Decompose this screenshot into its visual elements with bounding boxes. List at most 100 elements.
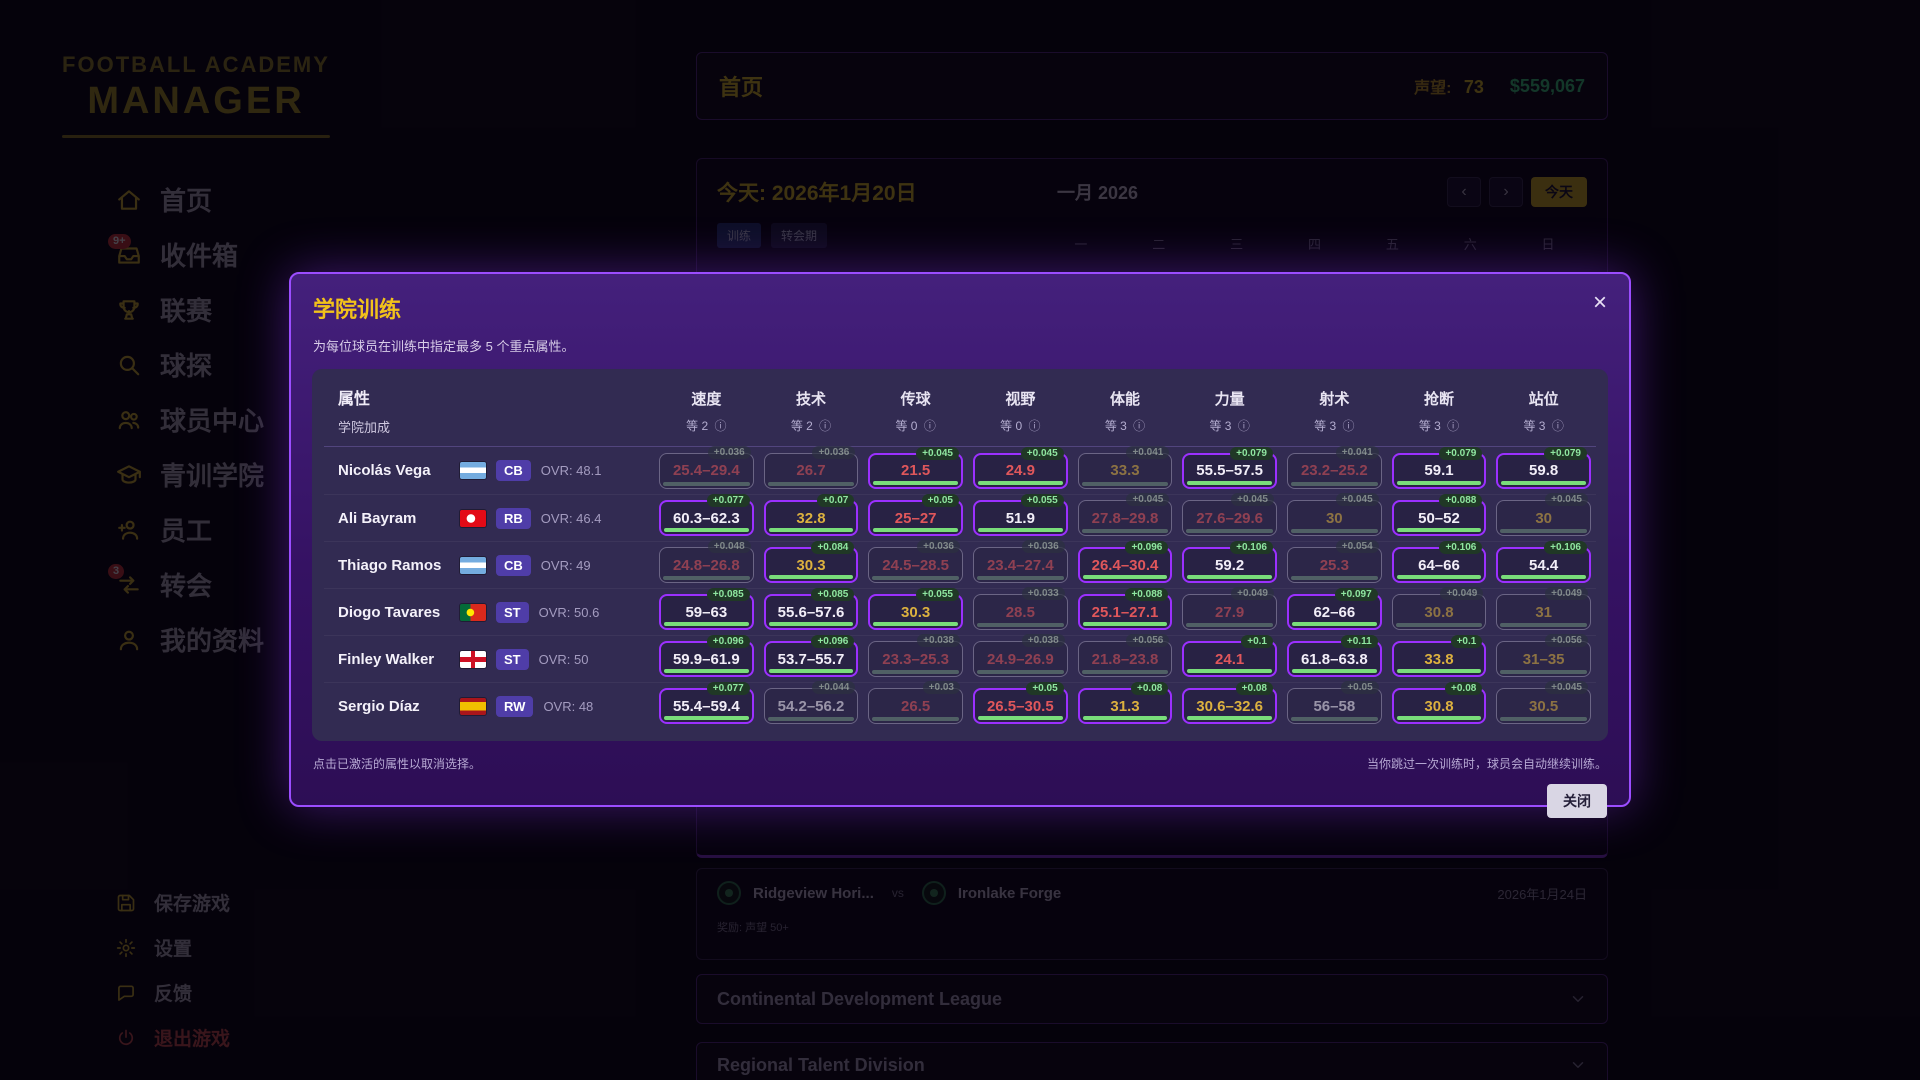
column-header-6: 射术等 3 ⓘ [1282,388,1387,434]
info-icon[interactable]: ⓘ [1028,419,1040,433]
progress-bar [1501,480,1586,485]
attr-value: 30.3 [796,556,826,574]
attr-cell[interactable]: 32.8 +0.07 [763,494,859,536]
attr-cell[interactable]: 30.8 +0.049 [1391,587,1487,630]
attr-cell[interactable]: 59.1 +0.079 [1391,446,1487,489]
attr-cell[interactable]: 26.4–30.4 +0.096 [1077,541,1173,583]
info-icon[interactable]: ⓘ [1133,419,1145,433]
attr-cell[interactable]: 23.3–25.3 +0.038 [868,634,963,677]
attr-value: 30 [1535,509,1552,527]
attr-cell[interactable]: 30.8 +0.08 [1391,682,1487,724]
attr-cell[interactable]: 55.5–57.5 +0.079 [1182,446,1277,489]
attr-cell[interactable]: 59.9–61.9 +0.096 [659,635,754,677]
attr-cell[interactable]: 24.8–26.8 +0.048 [659,540,754,583]
attr-cell[interactable]: 27.6–29.6 +0.045 [1182,493,1277,536]
attr-cell[interactable]: 24.9 +0.045 [972,446,1068,489]
column-name: 抢断 [1423,390,1454,408]
info-icon[interactable]: ⓘ [1447,419,1459,433]
gain-badge: +0.07 [817,494,855,507]
table-body: Nicolás Vega CB OVR: 48.1 25.4–29.4 +0.036 26… [324,445,1596,729]
attr-cell[interactable]: 23.4–27.4 +0.036 [972,540,1068,583]
attr-cell[interactable]: 55.4–59.4 +0.077 [659,682,754,724]
attr-cell[interactable]: 51.9 +0.055 [972,494,1068,536]
attr-cell[interactable]: 25.4–29.4 +0.036 [659,445,754,489]
attr-cell[interactable]: 25.3 +0.054 [1286,540,1382,583]
gain-badge: +0.077 [706,682,750,695]
attr-value: 55.5–57.5 [1196,462,1264,479]
info-icon[interactable]: ⓘ [924,419,936,433]
info-icon[interactable]: ⓘ [1552,419,1564,433]
gain-badge: +0.041 [1126,445,1170,459]
attr-cell[interactable]: 30.3 +0.055 [868,588,963,630]
attr-cell[interactable]: 59.2 +0.106 [1182,541,1277,583]
attr-value: 30.5 [1529,697,1559,715]
gain-badge: +0.036 [812,445,856,459]
attr-cell[interactable]: 31 +0.049 [1496,587,1591,630]
attr-cell[interactable]: 31–35 +0.056 [1496,634,1591,677]
attr-cell[interactable]: 54.2–56.2 +0.044 [763,681,859,724]
attr-cell[interactable]: 24.5–28.5 +0.036 [868,540,963,583]
attr-cell[interactable]: 59.8 +0.079 [1496,446,1591,489]
player-ovr: OVR: 46.4 [540,510,602,526]
attr-cell[interactable]: 54.4 +0.106 [1496,541,1591,583]
attr-cell[interactable]: 25–27 +0.05 [868,494,963,536]
attr-cell[interactable]: 30.6–32.6 +0.08 [1182,682,1277,724]
close-icon[interactable]: × [1593,291,1607,315]
info-icon[interactable]: ⓘ [819,419,831,433]
attr-cell[interactable]: 25.1–27.1 +0.088 [1077,588,1173,630]
close-button[interactable]: 关闭 [1547,784,1607,818]
gain-badge: +0.08 [1131,682,1169,695]
attr-cell[interactable]: 21.8–23.8 +0.056 [1077,634,1173,677]
attr-value: 33.3 [1110,462,1140,479]
attr-value: 24.8–26.8 [672,556,740,574]
attr-cell[interactable]: 56–58 +0.05 [1286,681,1382,724]
attr-cell[interactable]: 62–66 +0.097 [1286,588,1382,630]
progress-bar [977,480,1063,485]
attr-cell[interactable]: 24.1 +0.1 [1182,635,1277,677]
info-icon[interactable]: ⓘ [714,419,726,433]
attr-cell[interactable]: 64–66 +0.106 [1391,541,1487,583]
player-ovr: OVR: 48 [543,698,594,714]
attr-cell[interactable]: 24.9–26.9 +0.038 [972,634,1068,677]
attr-cell[interactable]: 30 +0.045 [1496,493,1591,536]
attr-cell[interactable]: 60.3–62.3 +0.077 [659,494,754,536]
gain-badge: +0.085 [811,588,855,601]
progress-bar [1396,716,1482,720]
progress-bar [664,716,749,720]
attr-cell[interactable]: 55.6–57.6 +0.085 [763,588,859,630]
column-name: 站位 [1528,390,1559,408]
info-icon[interactable]: ⓘ [1342,419,1354,433]
info-icon[interactable]: ⓘ [1238,419,1250,433]
attr-value: 50–52 [1418,509,1460,527]
attr-cell[interactable]: 27.8–29.8 +0.045 [1077,493,1173,536]
attr-value: 62–66 [1313,603,1356,621]
attr-value: 61.8–63.8 [1300,650,1368,668]
attr-cell[interactable]: 59–63 +0.085 [659,588,754,630]
attr-cell[interactable]: 27.9 +0.049 [1182,587,1277,630]
attr-cell[interactable]: 31.3 +0.08 [1077,682,1173,724]
attr-cell[interactable]: 23.2–25.2 +0.041 [1286,445,1382,489]
player-label: Thiago Ramos CB OVR: 49 [324,554,654,576]
attr-cell[interactable]: 50–52 +0.088 [1391,494,1487,536]
progress-bar [872,576,959,580]
attr-cell[interactable]: 26.5–30.5 +0.05 [972,682,1068,724]
attr-cell[interactable]: 26.7 +0.036 [763,445,859,489]
attr-cell[interactable]: 30.5 +0.045 [1496,681,1591,724]
progress-bar [1082,622,1168,626]
attr-cell[interactable]: 33.3 +0.041 [1077,445,1173,489]
flag-portugal-icon [460,603,486,621]
attr-cell[interactable]: 30 +0.045 [1286,493,1382,536]
progress-bar [1501,575,1586,579]
attr-cell[interactable]: 53.7–55.7 +0.096 [763,635,859,677]
attr-value: 31.3 [1110,697,1140,715]
player-name: Ali Bayram [338,509,417,527]
attr-cell[interactable]: 26.5 +0.03 [868,681,963,724]
attr-cell[interactable]: 61.8–63.8 +0.11 [1286,635,1382,677]
attr-cell[interactable]: 30.3 +0.084 [763,541,859,583]
attr-cell[interactable]: 28.5 +0.033 [972,587,1068,630]
player-ovr: OVR: 50.6 [538,604,600,620]
attr-cell[interactable]: 33.8 +0.1 [1391,635,1487,677]
attr-cell[interactable]: 21.5 +0.045 [868,446,963,489]
gain-badge: +0.079 [1230,446,1273,460]
gain-badge: +0.033 [1021,587,1065,600]
